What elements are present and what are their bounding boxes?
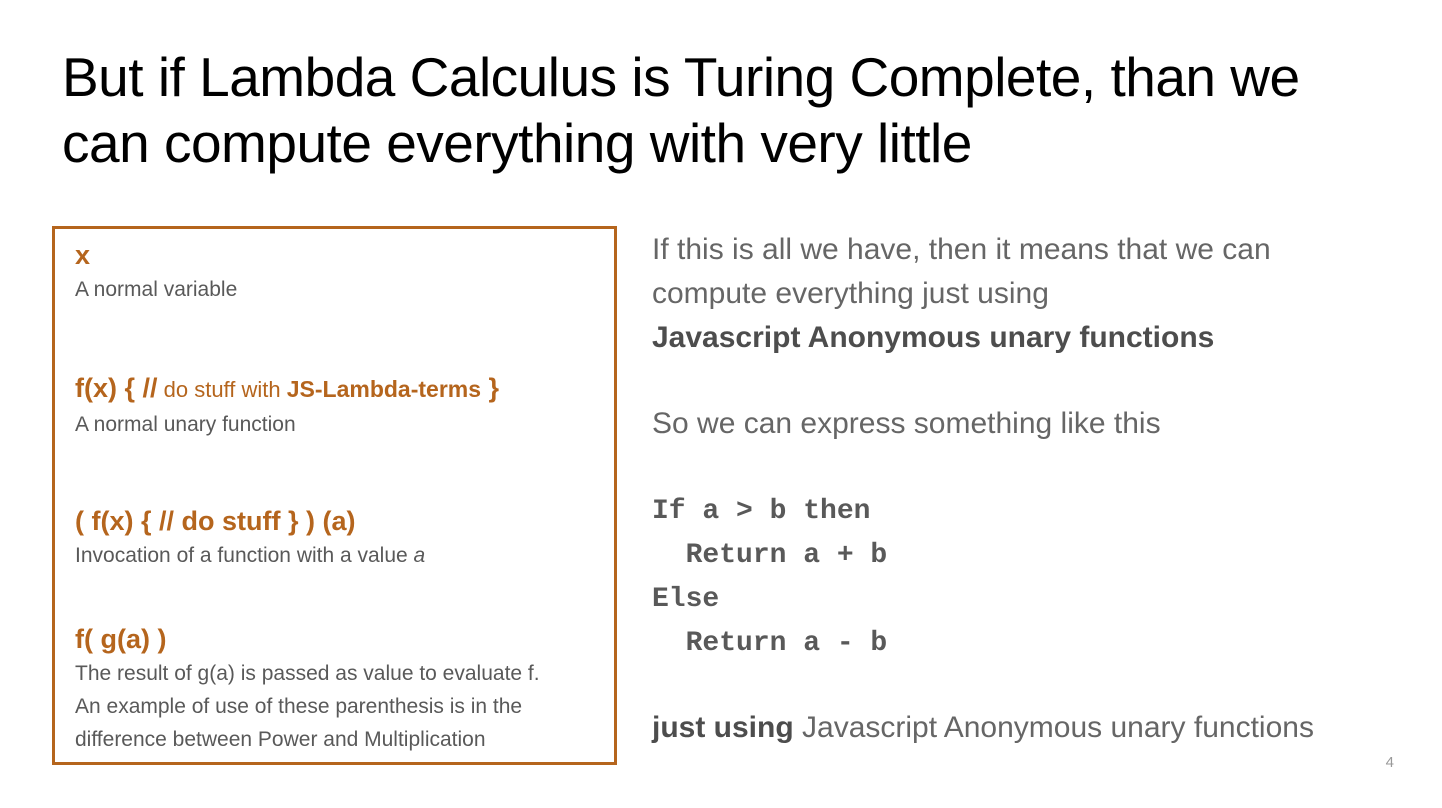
title-line-2: can compute everything with very little bbox=[62, 112, 972, 174]
term-comment: do stuff with bbox=[157, 377, 287, 402]
title-line-1: But if Lambda Calculus is Turing Complet… bbox=[62, 46, 1300, 108]
term-suffix: } bbox=[481, 373, 500, 403]
intro-bold: Javascript Anonymous unary functions bbox=[652, 321, 1215, 354]
code-block: If a > b then Return a + b Else Return a … bbox=[652, 490, 887, 666]
code-line: Else bbox=[652, 584, 720, 615]
definitions-box: x A normal variable f(x) { // do stuff w… bbox=[52, 226, 617, 765]
definition-variable: x A normal variable bbox=[75, 237, 615, 306]
term-prefix: f(x) { // bbox=[75, 373, 158, 403]
definition-term: ( f(x) { // do stuff } ) (a) bbox=[75, 506, 356, 536]
definition-term: f(x) { // do stuff with JS-Lambda-terms … bbox=[75, 370, 615, 408]
code-line: If a > b then bbox=[652, 496, 871, 527]
intro-line-2: compute everything just using bbox=[652, 277, 1049, 310]
desc-italic: a bbox=[413, 544, 426, 567]
definition-invocation: ( f(x) { // do stuff } ) (a) Invocation … bbox=[75, 503, 615, 572]
desc-text: Invocation of a function with a value bbox=[75, 544, 414, 567]
definition-description-line-3: difference between Power and Multiplicat… bbox=[75, 728, 486, 751]
conclusion-paragraph: just using Javascript Anonymous unary fu… bbox=[652, 706, 1392, 750]
intro-paragraph: If this is all we have, then it means th… bbox=[652, 228, 1392, 360]
slide-title: But if Lambda Calculus is Turing Complet… bbox=[62, 44, 1402, 176]
code-line: Return a - b bbox=[652, 628, 888, 659]
express-paragraph: So we can express something like this bbox=[652, 407, 1161, 440]
page-number: 4 bbox=[1385, 754, 1394, 771]
definition-composition: f( g(a) ) The result of g(a) is passed a… bbox=[75, 621, 615, 756]
definition-term: f( g(a) ) bbox=[75, 624, 167, 654]
conclusion-rest: Javascript Anonymous unary functions bbox=[793, 711, 1314, 744]
definition-term: x bbox=[75, 240, 91, 270]
definition-description: A normal unary function bbox=[75, 413, 296, 436]
definition-description: A normal variable bbox=[75, 278, 238, 301]
definition-unary-function: f(x) { // do stuff with JS-Lambda-terms … bbox=[75, 370, 615, 441]
term-bold: JS-Lambda-terms bbox=[286, 376, 482, 402]
definition-description: Invocation of a function with a value a bbox=[75, 539, 615, 572]
intro-line-1: If this is all we have, then it means th… bbox=[652, 233, 1271, 266]
conclusion-bold: just using bbox=[652, 711, 794, 744]
definition-description-line-2: An example of use of these parenthesis i… bbox=[75, 695, 523, 718]
definition-description-line-1: The result of g(a) is passed as value to… bbox=[75, 662, 540, 685]
code-line: Return a + b bbox=[652, 540, 888, 571]
